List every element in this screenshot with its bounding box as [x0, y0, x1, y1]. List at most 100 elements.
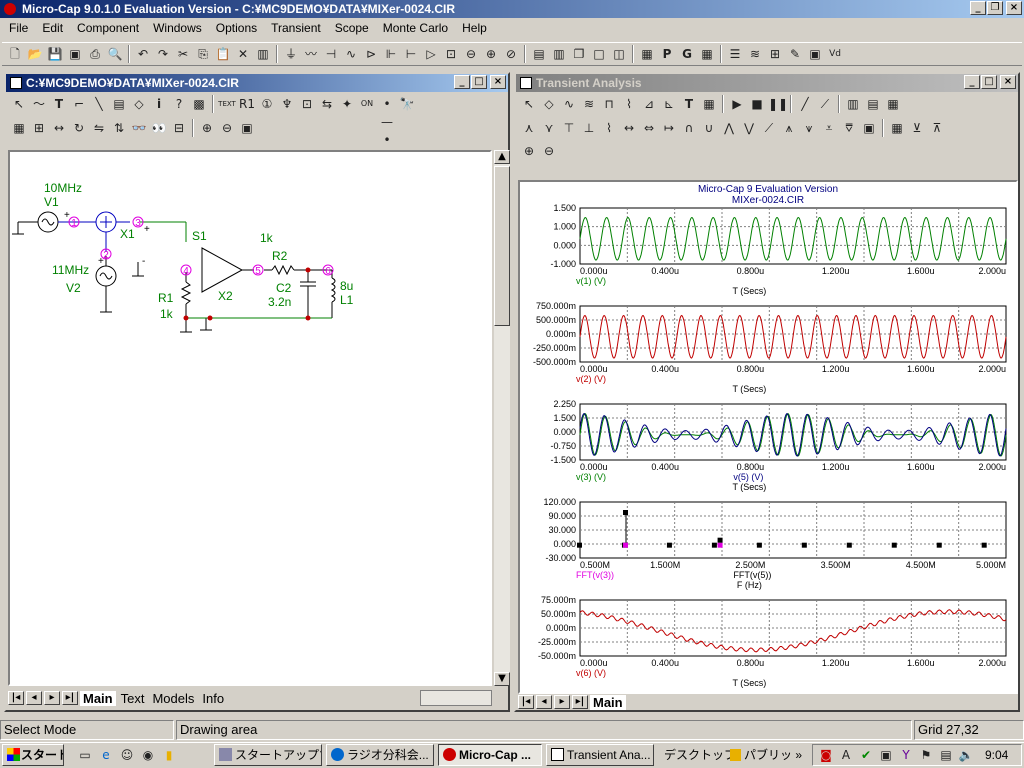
power-icon[interactable]: ✦	[338, 95, 356, 113]
diode-icon[interactable]: ⊳	[362, 45, 380, 63]
component-editor-icon[interactable]: ▩	[190, 95, 208, 113]
public-toolbar[interactable]: パブリッ »	[730, 746, 802, 764]
delete-icon[interactable]: ✕	[234, 45, 252, 63]
tab-prev-icon[interactable]: ◂	[26, 691, 42, 705]
run-icon[interactable]: ▶	[728, 95, 746, 113]
scroll-down-arrow-icon[interactable]: ▼	[494, 672, 510, 686]
analysis-close-button[interactable]: ×	[1000, 75, 1016, 89]
resistor-icon[interactable]: 〰	[302, 45, 320, 63]
window-tile-icon[interactable]: ▥	[550, 45, 568, 63]
align-x-icon[interactable]: ⊻	[908, 119, 926, 137]
menu-monte-carlo[interactable]: Monte Carlo	[376, 21, 455, 35]
close-button[interactable]: ×	[1006, 1, 1022, 15]
stop-icon[interactable]: ■	[748, 95, 766, 113]
start-button[interactable]: スタート	[2, 744, 64, 766]
ie-icon[interactable]: e	[97, 746, 115, 764]
mirror-icon[interactable]: ↔	[50, 119, 68, 137]
window-stack-icon[interactable]: ❐	[570, 45, 588, 63]
point-tag-icon[interactable]: ⊿	[640, 95, 658, 113]
cut-icon[interactable]: ✂	[174, 45, 192, 63]
attribute-toggle-icon[interactable]: R1	[238, 95, 256, 113]
calculator-icon[interactable]: ▦	[638, 45, 656, 63]
global-high-icon[interactable]: ⩚	[780, 119, 798, 137]
auto-scale-icon[interactable]: ≋	[580, 95, 598, 113]
capacitor-icon[interactable]: ⊣	[322, 45, 340, 63]
tab-info[interactable]: Info	[199, 691, 227, 706]
save-icon[interactable]: 💾	[46, 45, 64, 63]
horizontal-tag-icon[interactable]: ⊾	[660, 95, 678, 113]
help-query-icon[interactable]: ?	[170, 95, 188, 113]
cursor-right-icon[interactable]: ↦	[660, 119, 678, 137]
graphics-tool-icon[interactable]: ◇	[130, 95, 148, 113]
pin-marker-icon[interactable]: •—•	[378, 95, 396, 147]
current-flow-icon[interactable]: ⇆	[318, 95, 336, 113]
redo-icon[interactable]: ↷	[154, 45, 172, 63]
menu-help[interactable]: Help	[455, 21, 494, 35]
high-icon[interactable]: ⊤	[560, 119, 578, 137]
zoom-fit-icon[interactable]: ▣	[238, 119, 256, 137]
tray-yahoo-icon[interactable]: Y	[897, 746, 915, 764]
tray-display-icon[interactable]: ▤	[937, 746, 955, 764]
schematic-maximize-button[interactable]: □	[471, 75, 487, 89]
menu-file[interactable]: File	[2, 21, 35, 35]
tab-text[interactable]: Text	[118, 691, 148, 706]
zoom-out-icon[interactable]: ⊖	[218, 119, 236, 137]
numeric-output-icon[interactable]: ▥	[844, 95, 862, 113]
diagonal-wire-icon[interactable]: ╲	[90, 95, 108, 113]
restore-button[interactable]: ❐	[987, 1, 1003, 15]
probe-icon[interactable]: ✎	[786, 45, 804, 63]
analysis-maximize-button[interactable]: □	[981, 75, 997, 89]
voltage-source-icon[interactable]: ⊖	[462, 45, 480, 63]
plot-panel[interactable]: 120.000 90.000 30.000 0.000 -30.000 0.500M 1.5…	[543, 497, 1007, 590]
task-transient[interactable]: Transient Ana...	[546, 744, 654, 766]
bottom-icon[interactable]: ⩢	[840, 119, 858, 137]
current-source-icon[interactable]: ⊕	[482, 45, 500, 63]
tray-app-icon[interactable]: ◙	[817, 746, 835, 764]
wave-icon[interactable]: ≋	[746, 45, 764, 63]
text-tool-icon[interactable]: T	[680, 95, 698, 113]
copy-icon[interactable]: ⎘	[194, 45, 212, 63]
binoculars-icon[interactable]: 👓	[130, 119, 148, 137]
schematic-close-button[interactable]: ×	[490, 75, 506, 89]
window-cascade-icon[interactable]: ▤	[530, 45, 548, 63]
pause-icon[interactable]: ❚❚	[768, 95, 788, 113]
open-file-icon[interactable]: 📂	[26, 45, 44, 63]
data-points-icon[interactable]: ⊓	[600, 95, 618, 113]
node-numbers-icon[interactable]: ①	[258, 95, 276, 113]
top-icon[interactable]: ⩡	[820, 119, 838, 137]
tab-main[interactable]: Main	[80, 690, 116, 706]
properties-icon[interactable]: ▦	[10, 119, 28, 137]
schematic-vertical-scrollbar[interactable]: ▲ ▼	[494, 150, 510, 686]
valley-icon[interactable]: ⋎	[540, 119, 558, 137]
clear-icon[interactable]: ▥	[254, 45, 272, 63]
tab-prev-icon[interactable]: ◂	[536, 695, 552, 709]
text-tool-icon[interactable]: T	[50, 95, 68, 113]
chrome-icon[interactable]: ◉	[139, 746, 157, 764]
tag-icon[interactable]: ⌇	[620, 95, 638, 113]
schematic-canvas[interactable]: 1 2 3 4 5 6 10MHz V1 X1 11MHz V2 S1 R1 1…	[8, 150, 492, 686]
tab-first-icon[interactable]: |◂	[8, 691, 24, 705]
slope-icon[interactable]: ╱	[796, 95, 814, 113]
grid-toggle-icon[interactable]: G	[678, 45, 696, 63]
graphics-tool-icon[interactable]: ◇	[540, 95, 558, 113]
tray-check-icon[interactable]: ✔	[857, 746, 875, 764]
desktop-toolbar[interactable]: デスクトップ	[664, 746, 736, 764]
plot-panel[interactable]: 2.250 1.500 0.000 -0.750 -1.500 0.000u 0.400u 0…	[550, 399, 1007, 492]
next-low-icon[interactable]: ⋁	[740, 119, 758, 137]
tray-network-icon[interactable]: ▣	[877, 746, 895, 764]
rotate-icon[interactable]: ↻	[70, 119, 88, 137]
folder-icon[interactable]: ▮	[160, 746, 178, 764]
save-all-icon[interactable]: ▣	[66, 45, 84, 63]
schematic-horizontal-scrollbar[interactable]	[420, 690, 492, 706]
pin-connection-icon[interactable]: ♆	[278, 95, 296, 113]
task-radio[interactable]: ラジオ分科会...	[326, 744, 434, 766]
transistor-icon[interactable]: ⊢	[402, 45, 420, 63]
table-icon[interactable]: ▦	[698, 45, 716, 63]
battery-icon[interactable]: ⊩	[382, 45, 400, 63]
zoom-in-icon[interactable]: ⊕	[198, 119, 216, 137]
tab-last-icon[interactable]: ▸|	[572, 695, 588, 709]
opamp-icon[interactable]: ▷	[422, 45, 440, 63]
ground-icon[interactable]: ⏚	[282, 45, 300, 63]
dc-source-icon[interactable]: ⊘	[502, 45, 520, 63]
find-icon[interactable]: 🔭	[398, 95, 416, 113]
